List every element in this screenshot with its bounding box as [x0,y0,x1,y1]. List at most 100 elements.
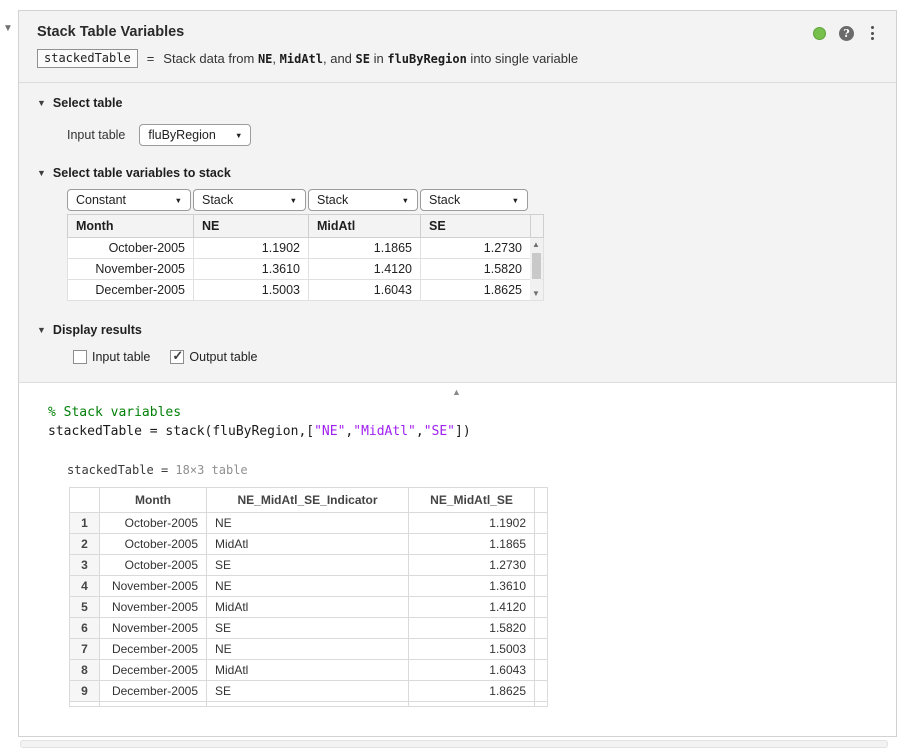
table-cell: November-2005 [68,259,194,280]
table-cell: NE [207,639,409,660]
table-cell [207,702,409,707]
table-cell: October-2005 [100,513,207,534]
section-collapse-icon[interactable]: ▼ [37,168,46,178]
column-header: NE_MidAtl_SE_Indicator [207,488,409,513]
help-icon[interactable]: ? [839,26,854,41]
code-output-area: ▲ % Stack variables stackedTable = stack… [19,383,896,707]
task-status-icons: ? [813,25,878,41]
task-summary: stackedTable = Stack data from NE, MidAt… [37,49,880,68]
output-equals: = [161,463,168,477]
summary-text-token: in [370,51,387,66]
table-row: 8December-2005MidAtl1.6043 [70,660,548,681]
section-heading: Select table variables to stack [53,166,231,180]
table-cell: 1.5820 [421,259,531,280]
table-cell: 9 [70,681,100,702]
column-header: NE_MidAtl_SE [409,488,535,513]
summary-equals: = [147,51,155,66]
collapse-task-icon[interactable]: ▲ [452,387,461,397]
code-comment: % Stack variables [48,405,181,420]
scrollbar-gutter [535,488,548,513]
table-row: December-20051.50031.60431.8625 [68,280,544,301]
section-collapse-icon[interactable]: ▼ [37,325,46,335]
table-scrollbar[interactable]: ▲ ▼ [530,238,542,300]
checkbox-output-table[interactable]: ✓ Output table [170,350,257,364]
scrollbar-gutter [535,555,548,576]
task-header: Stack Table Variables stackedTable = Sta… [19,11,896,83]
output-dims: 18×3 table [175,463,247,477]
checkbox-unchecked-icon[interactable] [73,350,87,364]
table-cell: 6 [70,618,100,639]
stack-mode-dropdown[interactable]: Stack▼ [308,189,418,211]
stack-mode-dropdown[interactable]: Constant▼ [67,189,191,211]
summary-text-token: Stack data from [163,51,258,66]
input-table-label: Input table [67,128,125,142]
scrollbar-gutter [535,660,548,681]
section-collapse-icon[interactable]: ▼ [37,98,46,108]
table-cell: 2 [70,534,100,555]
scroll-down-icon[interactable]: ▼ [532,289,540,298]
table-cell: October-2005 [68,238,194,259]
checkbox-label: Input table [92,350,150,364]
section-break-bar[interactable] [20,740,888,748]
code-line: stackedTable = stack(fluByRegion,["NE","… [48,424,471,439]
table-cell: 1.3610 [409,576,535,597]
column-header: Month [100,488,207,513]
output-variable-box[interactable]: stackedTable [37,49,138,68]
input-table-dropdown[interactable]: fluByRegion ▼ [139,124,251,146]
checkbox-label: Output table [189,350,257,364]
scrollbar-gutter [535,534,548,555]
chevron-down-icon: ▼ [512,196,519,205]
table-header-row: MonthNE_MidAtl_SE_IndicatorNE_MidAtl_SE [70,488,548,513]
section-collapse-icon[interactable]: ▼ [3,23,13,34]
table-row: 7December-2005NE1.5003 [70,639,548,660]
summary-text-token: into single variable [467,51,578,66]
task-summary-text: Stack data from NE, MidAtl, and SE in fl… [163,51,578,66]
input-preview-table: MonthNEMidAtlSEOctober-20051.19021.18651… [67,214,544,301]
scrollbar-thumb[interactable] [532,253,541,279]
table-cell [409,702,535,707]
output-summary-line: stackedTable = 18×3 table [67,463,896,477]
table-cell: 1.1865 [309,238,421,259]
checkbox-checked-icon[interactable]: ✓ [170,350,184,364]
dropdown-value: Stack [429,193,460,207]
column-header: MidAtl [309,215,421,238]
code-token: , [416,424,424,439]
code-token: ]) [455,424,471,439]
table-cell: November-2005 [100,618,207,639]
table-cell: December-2005 [100,681,207,702]
stack-mode-dropdown[interactable]: Stack ▼ [420,189,528,211]
table-cell: 1.5820 [409,618,535,639]
task-title: Stack Table Variables [37,24,880,40]
table-cell: 1.5003 [409,639,535,660]
table-row: 3October-2005SE1.2730 [70,555,548,576]
code-string-token: "MidAtl" [353,424,416,439]
scroll-up-icon[interactable]: ▲ [532,240,540,249]
table-cell: 1.8625 [421,280,531,301]
table-row: 9December-2005SE1.8625 [70,681,548,702]
output-var-name: stackedTable [67,463,154,477]
table-cell: 3 [70,555,100,576]
table-cell: 1.5003 [194,280,309,301]
table-cell: October-2005 [100,534,207,555]
table-row: 6November-2005SE1.5820 [70,618,548,639]
column-header: Month [68,215,194,238]
table-row-partial [70,702,548,707]
table-cell: November-2005 [100,597,207,618]
checkbox-input-table[interactable]: Input table [73,350,150,364]
table-cell: 1.1865 [409,534,535,555]
table-row: 2October-2005MidAtl1.1865 [70,534,548,555]
dropdown-value: Stack [202,193,233,207]
table-row: 4November-2005NE1.3610 [70,576,548,597]
table-cell: 7 [70,639,100,660]
table-cell [100,702,207,707]
dropdown-value: Stack [317,193,348,207]
table-cell: MidAtl [207,660,409,681]
column-header: SE [421,215,531,238]
input-table-preview: MonthNEMidAtlSEOctober-20051.19021.18651… [67,214,543,301]
stack-mode-dropdown[interactable]: Stack▼ [193,189,306,211]
scrollbar-gutter [535,618,548,639]
table-cell [70,702,100,707]
table-cell: 1.6043 [409,660,535,681]
scrollbar-gutter [535,597,548,618]
task-menu-icon[interactable] [867,25,878,41]
